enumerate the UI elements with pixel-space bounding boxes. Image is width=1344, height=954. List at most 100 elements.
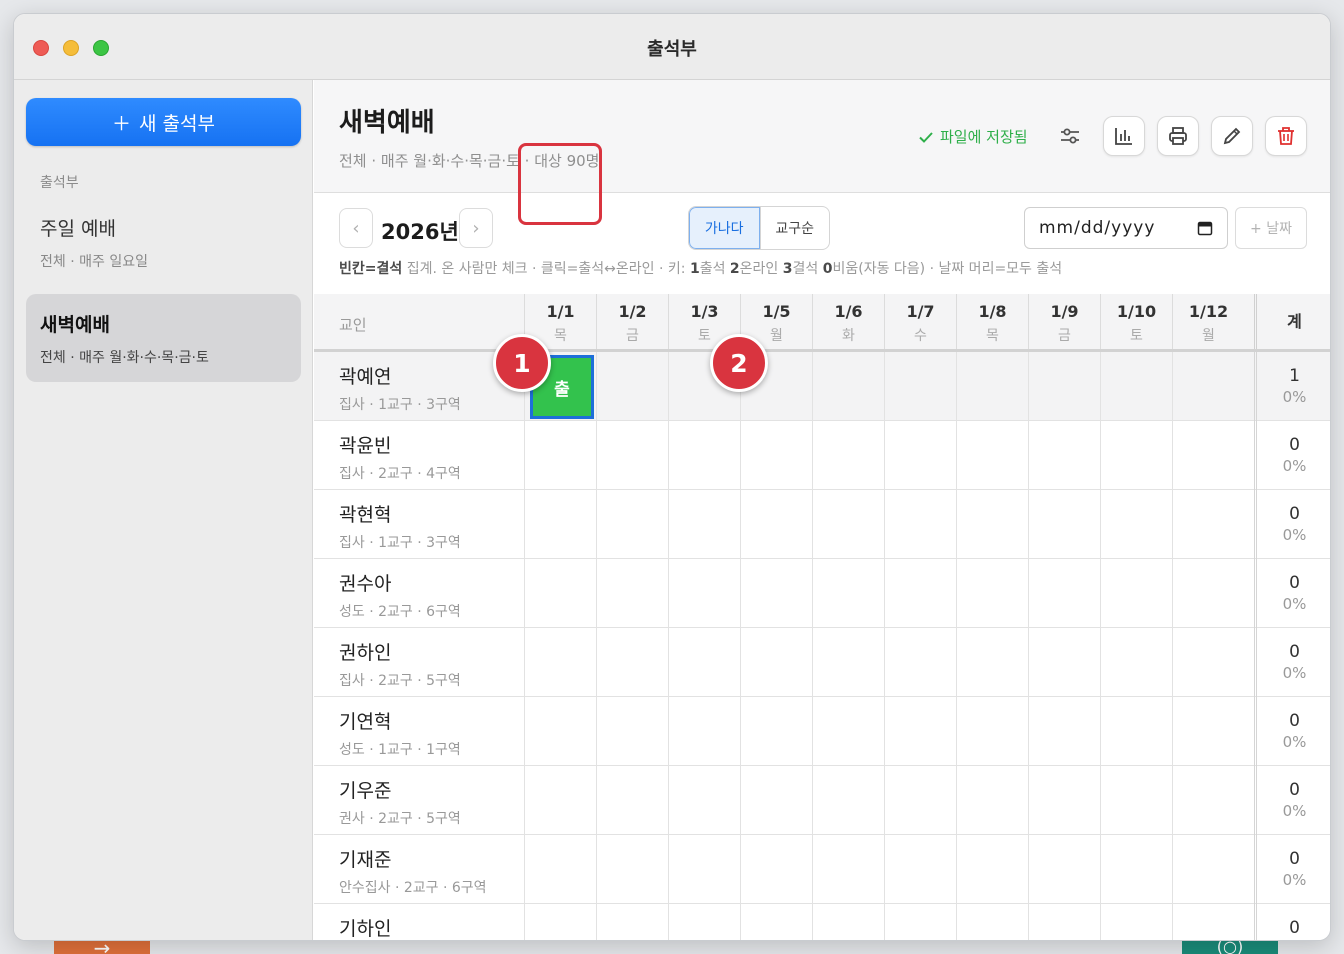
attendance-cell[interactable] <box>1172 628 1244 697</box>
attendance-cell[interactable] <box>596 352 668 421</box>
attendance-cell[interactable] <box>1172 352 1244 421</box>
date-input[interactable]: mm/dd/yyyy <box>1024 207 1228 249</box>
attendance-cell[interactable] <box>812 352 884 421</box>
attendance-cell[interactable] <box>524 490 596 559</box>
attendance-cell[interactable] <box>524 766 596 835</box>
attendance-cell[interactable] <box>1100 628 1172 697</box>
delete-button[interactable] <box>1265 116 1307 156</box>
new-attendance-button[interactable]: ＋ 새 출석부 <box>26 98 301 146</box>
attendance-cell[interactable] <box>1100 559 1172 628</box>
attendance-cell[interactable] <box>812 628 884 697</box>
attendance-cell[interactable] <box>740 628 812 697</box>
attendance-cell[interactable] <box>956 559 1028 628</box>
statistics-button[interactable] <box>1103 116 1145 156</box>
attendance-cell[interactable] <box>524 904 596 940</box>
attendance-cell[interactable] <box>1172 490 1244 559</box>
sort-alpha-button[interactable]: 가나다 <box>689 207 760 249</box>
date-column-header[interactable]: 1/6 화 <box>812 294 884 349</box>
attendance-cell[interactable] <box>524 559 596 628</box>
attendance-cell[interactable] <box>1172 559 1244 628</box>
attendance-cell[interactable] <box>1028 766 1100 835</box>
attendance-cell[interactable] <box>668 490 740 559</box>
attendance-cell[interactable] <box>596 559 668 628</box>
date-column-header[interactable]: 1/2 금 <box>596 294 668 349</box>
attendance-cell[interactable] <box>1028 490 1100 559</box>
print-button[interactable] <box>1157 116 1199 156</box>
attendance-cell[interactable] <box>596 766 668 835</box>
attendance-cell[interactable] <box>884 835 956 904</box>
next-year-button[interactable]: › <box>459 208 493 248</box>
attendance-cell[interactable] <box>740 697 812 766</box>
attendance-cell[interactable] <box>956 352 1028 421</box>
attendance-cell[interactable] <box>1172 904 1244 940</box>
attendance-cell[interactable] <box>1100 697 1172 766</box>
attendance-cell[interactable] <box>596 490 668 559</box>
attendance-cell[interactable] <box>596 904 668 940</box>
attendance-cell[interactable] <box>884 352 956 421</box>
attendance-cell[interactable] <box>1100 421 1172 490</box>
edit-button[interactable] <box>1211 116 1253 156</box>
attendance-cell[interactable] <box>524 697 596 766</box>
attendance-cell[interactable] <box>812 421 884 490</box>
sort-district-button[interactable]: 교구순 <box>759 207 830 249</box>
attendance-cell[interactable] <box>524 628 596 697</box>
attendance-cell[interactable] <box>884 628 956 697</box>
sidebar-item-sunday[interactable]: 주일 예배 전체 · 매주 일요일 <box>26 198 301 286</box>
attendance-cell[interactable] <box>956 904 1028 940</box>
attendance-cell[interactable] <box>812 835 884 904</box>
attendance-cell[interactable] <box>668 904 740 940</box>
attendance-cell[interactable] <box>1028 352 1100 421</box>
attendance-cell[interactable] <box>1028 697 1100 766</box>
date-column-header[interactable]: 1/8 목 <box>956 294 1028 349</box>
attendance-cell[interactable] <box>956 628 1028 697</box>
attendance-cell[interactable] <box>884 490 956 559</box>
attendance-cell[interactable] <box>740 766 812 835</box>
attendance-cell[interactable] <box>956 421 1028 490</box>
attendance-cell[interactable] <box>812 904 884 940</box>
attendance-cell[interactable] <box>1172 697 1244 766</box>
attendance-cell[interactable] <box>812 697 884 766</box>
attendance-cell[interactable] <box>1100 766 1172 835</box>
attendance-cell[interactable] <box>1028 628 1100 697</box>
attendance-cell[interactable] <box>1028 559 1100 628</box>
attendance-cell[interactable] <box>1028 904 1100 940</box>
attendance-cell[interactable] <box>596 835 668 904</box>
attendance-cell[interactable] <box>740 835 812 904</box>
attendance-cell[interactable] <box>1100 835 1172 904</box>
attendance-cell[interactable] <box>1100 490 1172 559</box>
date-column-header[interactable]: 1/10 토 <box>1100 294 1172 349</box>
attendance-cell[interactable] <box>956 766 1028 835</box>
attendance-cell[interactable] <box>812 490 884 559</box>
attendance-cell[interactable] <box>596 421 668 490</box>
attendance-cell[interactable] <box>884 766 956 835</box>
attendance-cell[interactable] <box>668 559 740 628</box>
attendance-cell[interactable] <box>1172 835 1244 904</box>
attendance-cell[interactable] <box>884 697 956 766</box>
attendance-cell[interactable] <box>524 421 596 490</box>
attendance-cell[interactable] <box>812 559 884 628</box>
attendance-cell[interactable] <box>668 628 740 697</box>
attendance-cell[interactable] <box>956 835 1028 904</box>
attendance-cell[interactable] <box>1028 421 1100 490</box>
sidebar-item-dawn[interactable]: 새벽예배 전체 · 매주 월·화·수·목·금·토 <box>26 294 301 382</box>
attendance-cell[interactable] <box>884 904 956 940</box>
attendance-cell[interactable] <box>740 490 812 559</box>
attendance-cell[interactable] <box>524 835 596 904</box>
attendance-cell[interactable] <box>956 697 1028 766</box>
attendance-cell[interactable] <box>812 766 884 835</box>
date-column-header[interactable]: 1/12 월 <box>1172 294 1244 349</box>
attendance-cell[interactable] <box>668 421 740 490</box>
date-column-header[interactable]: 1/7 수 <box>884 294 956 349</box>
attendance-cell[interactable] <box>956 490 1028 559</box>
attendance-cell[interactable] <box>1100 904 1172 940</box>
date-column-header[interactable]: 1/9 금 <box>1028 294 1100 349</box>
attendance-cell[interactable] <box>884 559 956 628</box>
attendance-cell[interactable] <box>1172 766 1244 835</box>
attendance-cell[interactable] <box>668 766 740 835</box>
attendance-cell[interactable] <box>1172 421 1244 490</box>
attendance-cell[interactable] <box>1100 352 1172 421</box>
attendance-cell[interactable] <box>740 421 812 490</box>
attendance-cell[interactable] <box>668 835 740 904</box>
attendance-cell[interactable] <box>884 421 956 490</box>
attendance-cell[interactable] <box>668 697 740 766</box>
